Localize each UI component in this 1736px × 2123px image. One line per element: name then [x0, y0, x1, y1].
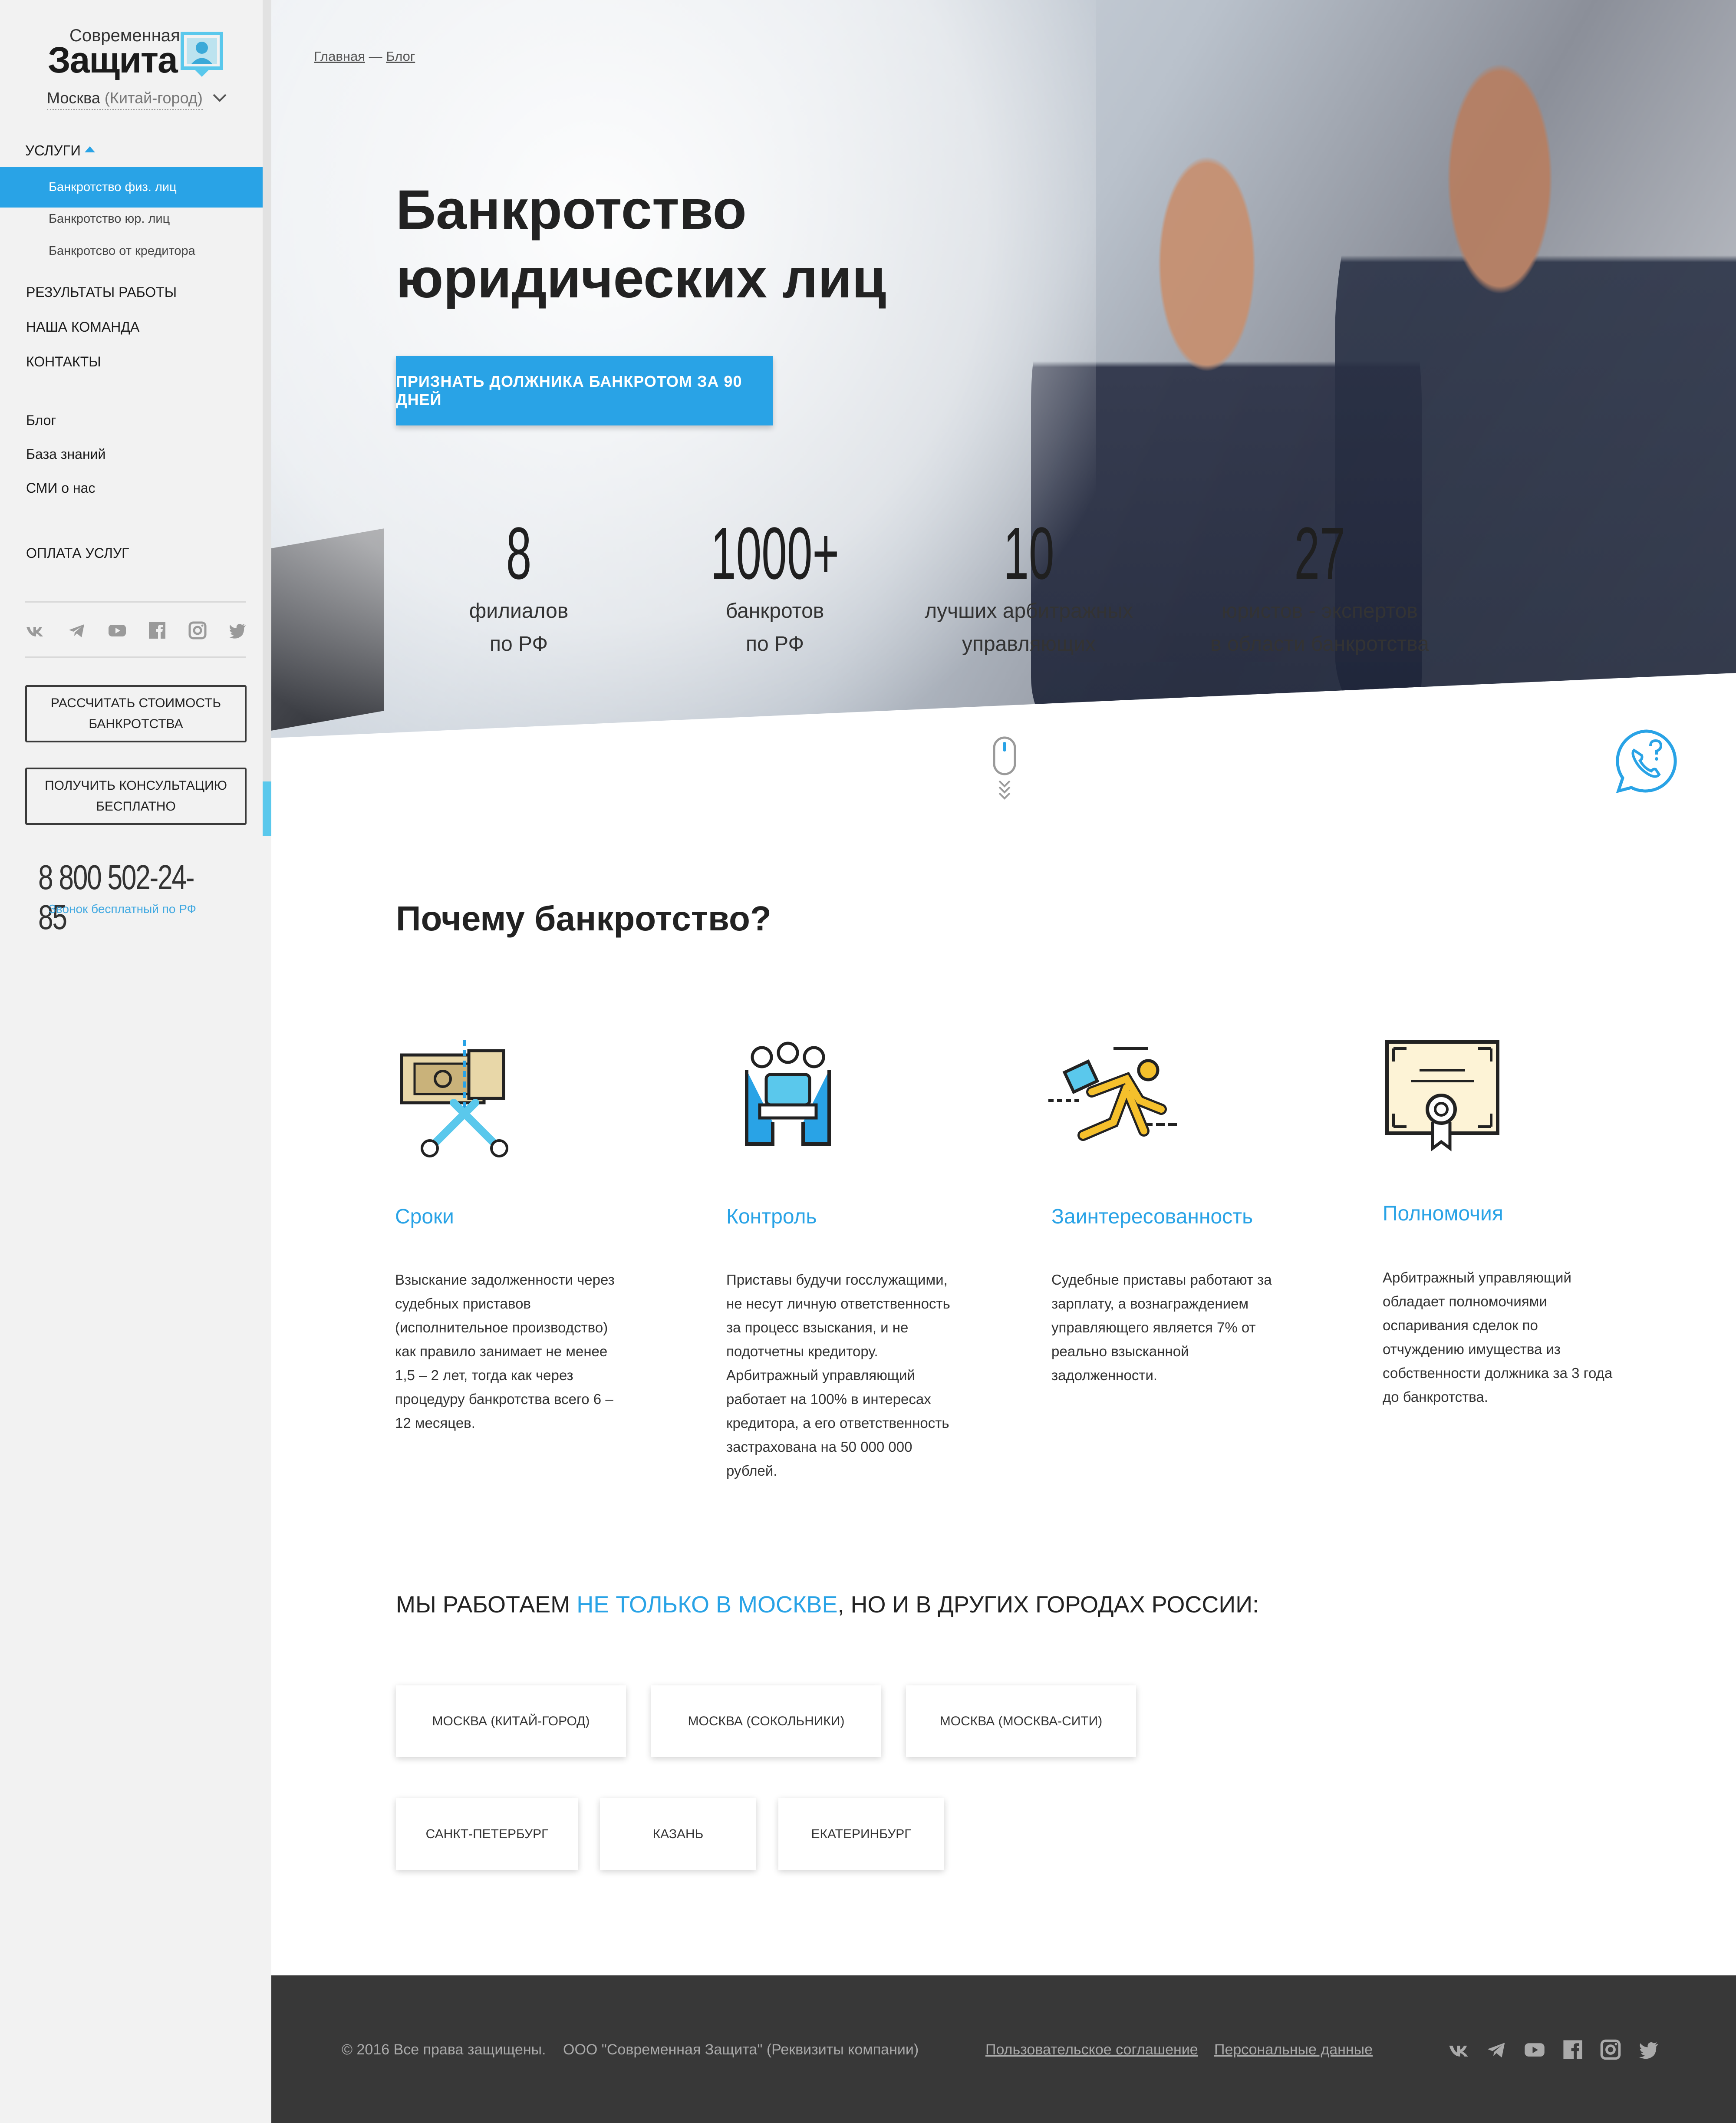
sidebar-item-individual-bankruptcy[interactable]: Банкротство физ. лиц — [49, 180, 177, 194]
sidebar-item-contacts[interactable]: КОНТАКТЫ — [26, 354, 101, 370]
footer-personal-data-link[interactable]: Персональные данные — [1214, 2041, 1373, 2058]
stat-label-line2: по РФ — [490, 633, 548, 656]
footer-terms-link[interactable]: Пользовательское соглашение — [985, 2041, 1198, 2058]
why-bankruptcy-title: Почему банкротство? — [396, 899, 771, 938]
city-card-moscow-city[interactable]: МОСКВА (МОСКВА-СИТИ) — [906, 1685, 1136, 1757]
divider — [25, 656, 246, 658]
page-title-line1: Банкротство — [396, 179, 747, 241]
stat-number: 1000+ — [710, 512, 840, 595]
stat-bankrupts: 1000+ банкротов по РФ — [658, 517, 892, 661]
vk-icon[interactable] — [25, 621, 44, 640]
sidebar-edge-accent — [263, 781, 271, 836]
breadcrumb: Главная — Блог — [314, 49, 415, 64]
stat-label-line2: по РФ — [746, 633, 804, 656]
stat-number: 10 — [1003, 512, 1054, 595]
footer: © 2016 Все права защищены. ООО "Современ… — [271, 1975, 1736, 2123]
stat-number: 27 — [1294, 512, 1345, 595]
sidebar-item-knowledge-base[interactable]: База знаний — [26, 446, 105, 462]
telegram-icon[interactable] — [67, 621, 86, 640]
twitter-icon[interactable] — [228, 621, 247, 640]
sidebar-item-team[interactable]: НАША КОМАНДА — [26, 319, 139, 335]
cities-title-pre: МЫ РАБОТАЕМ — [396, 1592, 577, 1618]
free-consultation-line1: ПОЛУЧИТЬ КОНСУЛЬТАЦИЮ — [45, 778, 227, 793]
city-card-kazan[interactable]: КАЗАНЬ — [600, 1798, 756, 1870]
caret-up-icon[interactable] — [85, 146, 95, 152]
phone-number[interactable]: 8 800 502-24-85 — [38, 857, 220, 937]
footer-copyright: © 2016 Все права защищены. — [342, 2041, 546, 2058]
twitter-icon[interactable] — [1638, 2039, 1660, 2060]
feature-text-control: Приставы будучи госслужащими, не несут л… — [726, 1272, 950, 1479]
sidebar-item-press[interactable]: СМИ о нас — [26, 480, 95, 496]
breadcrumb-separator: — — [365, 49, 386, 64]
page-title-line2: юридических лиц — [396, 247, 886, 310]
city-main: Москва — [47, 89, 100, 107]
free-consultation-line2: БЕСПЛАТНО — [96, 799, 176, 814]
calculate-cost-line1: РАССЧИТАТЬ СТОИМОСТЬ — [50, 696, 221, 710]
city-card-moscow-sokolniki[interactable]: МОСКВА (СОКОЛЬНИКИ) — [651, 1685, 881, 1757]
chevron-down-icon[interactable] — [212, 93, 227, 103]
sidebar: Современная Защита Москва (Китай-город) … — [0, 0, 271, 2123]
cities-title-highlight[interactable]: НЕ ТОЛЬКО В МОСКВЕ — [576, 1592, 837, 1618]
vk-icon[interactable] — [1448, 2039, 1469, 2060]
sidebar-item-payment[interactable]: ОПЛАТА УСЛУГ — [26, 545, 129, 561]
city-district: (Китай-город) — [104, 89, 203, 107]
feature-text-powers: Арбитражный управляющий обладает полномо… — [1383, 1269, 1613, 1405]
stat-branches: 8 филиалов по РФ — [402, 517, 636, 661]
shield-person-icon — [181, 32, 223, 77]
stat-label-line1: лучших арбитражных — [925, 600, 1133, 623]
free-consultation-button[interactable]: ПОЛУЧИТЬ КОНСУЛЬТАЦИЮ БЕСПЛАТНО — [25, 768, 247, 825]
youtube-icon[interactable] — [1524, 2039, 1545, 2060]
city-card-moscow-kitay-gorod[interactable]: МОСКВА (КИТАЙ-ГОРОД) — [396, 1685, 626, 1757]
phone-note: Звонок бесплатный по РФ — [49, 902, 196, 916]
stat-label-line1: юристов - экспертов — [1222, 600, 1418, 623]
sidebar-item-creditor-bankruptcy[interactable]: Банкротсво от кредитора — [49, 244, 195, 258]
city-selector[interactable]: Москва (Китай-город) — [47, 89, 203, 110]
breadcrumb-home[interactable]: Главная — [314, 49, 365, 64]
breadcrumb-blog[interactable]: Блог — [386, 49, 415, 64]
stat-managers: 10 лучших арбитражных управляющих — [912, 517, 1146, 661]
instagram-icon[interactable] — [188, 621, 207, 640]
sidebar-item-results[interactable]: РЕЗУЛЬТАТЫ РАБОТЫ — [26, 284, 177, 300]
certificate-icon — [1385, 1040, 1499, 1151]
stat-label-line1: банкротов — [725, 600, 824, 623]
stat-number: 8 — [506, 512, 532, 595]
hero-banner: Главная — Блог Банкротство юридических л… — [271, 0, 1736, 738]
feature-title-control: Контроль — [726, 1205, 817, 1228]
cities-title: МЫ РАБОТАЕМ НЕ ТОЛЬКО В МОСКВЕ, НО И В Д… — [396, 1591, 1259, 1618]
money-scissors-icon — [400, 1040, 508, 1157]
divider — [25, 601, 246, 603]
sidebar-edge — [263, 0, 271, 836]
phone-support-icon[interactable] — [1614, 729, 1679, 794]
scroll-down-mouse-icon[interactable] — [992, 736, 1017, 803]
telegram-icon[interactable] — [1486, 2039, 1507, 2060]
facebook-icon[interactable] — [1562, 2039, 1584, 2060]
running-man-icon — [1048, 1047, 1179, 1141]
youtube-icon[interactable] — [108, 621, 127, 640]
stat-label-line1: филиалов — [469, 600, 569, 623]
sidebar-item-blog[interactable]: Блог — [26, 412, 56, 429]
calculate-cost-button[interactable]: РАССЧИТАТЬ СТОИМОСТЬ БАНКРОТСТВА — [25, 685, 247, 742]
facebook-icon[interactable] — [148, 621, 167, 640]
feature-title-terms: Сроки — [395, 1205, 454, 1228]
page-title: Банкротство юридических лиц — [396, 176, 960, 313]
instagram-icon[interactable] — [1600, 2039, 1621, 2060]
declare-bankrupt-button[interactable]: ПРИЗНАТЬ ДОЛЖНИКА БАНКРОТОМ ЗА 90 ДНЕЙ — [396, 356, 773, 425]
city-card-ekaterinburg[interactable]: ЕКАТЕРИНБУРГ — [778, 1798, 944, 1870]
nav-services[interactable]: УСЛУГИ — [25, 142, 81, 159]
meeting-table-icon — [745, 1042, 831, 1146]
sidebar-item-legal-bankruptcy[interactable]: Банкротство юр. лиц — [49, 212, 170, 226]
stat-label-line2: управляющих — [962, 633, 1096, 656]
feature-title-interest: Заинтересованность — [1051, 1205, 1253, 1228]
logo-main-text: Защита — [48, 40, 178, 80]
feature-text-interest: Судебные приставы работают за зарплату, … — [1051, 1272, 1272, 1383]
calculate-cost-line2: БАНКРОТСТВА — [89, 717, 183, 731]
logo[interactable]: Современная Защита — [48, 26, 226, 82]
feature-title-powers: Полномочия — [1383, 1202, 1503, 1225]
stat-lawyers: 27 юристов - экспертов в области банкротс… — [1202, 517, 1437, 661]
feature-text-terms: Взыскание задолженности через судебных п… — [395, 1272, 615, 1431]
city-card-saint-petersburg[interactable]: САНКТ-ПЕТЕРБУРГ — [396, 1798, 578, 1870]
footer-company-details[interactable]: ООО "Современная Защита" (Реквизиты комп… — [563, 2041, 919, 2058]
cities-title-post: , НО И В ДРУГИХ ГОРОДАХ РОССИИ: — [837, 1592, 1259, 1618]
stat-label-line2: в области банкротства — [1210, 633, 1429, 656]
